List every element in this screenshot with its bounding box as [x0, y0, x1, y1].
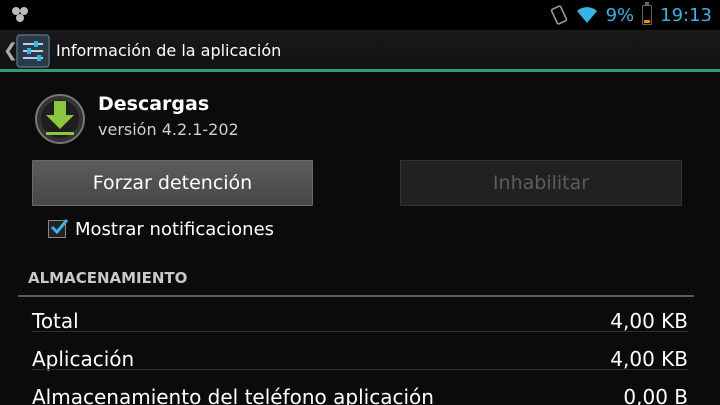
action-bar: ❮ Información de la aplicación: [0, 30, 720, 72]
show-notifications-toggle[interactable]: Mostrar notificaciones: [48, 216, 274, 242]
status-bar: 9% 19:13: [0, 0, 720, 30]
show-notifications-label: Mostrar notificaciones: [75, 218, 275, 240]
row-label: Aplicación: [32, 347, 135, 371]
wifi-icon: [576, 7, 597, 23]
storage-row-app: Aplicación 4,00 KB: [32, 340, 688, 378]
checkbox[interactable]: [48, 219, 68, 238]
row-value: 4,00 KB: [610, 309, 688, 333]
settings-sliders-icon[interactable]: [15, 33, 51, 69]
row-label: Almacenamiento del teléfono aplicación: [32, 385, 434, 405]
battery-percent: 9%: [605, 4, 635, 26]
clock: 19:13: [660, 4, 712, 26]
row-divider: [32, 331, 688, 332]
notification-app-icon: [12, 7, 28, 22]
vibrate-icon: [550, 5, 567, 25]
disable-button[interactable]: Inhabilitar: [400, 160, 682, 206]
storage-section-header: ALMACENAMIENTO: [18, 269, 694, 297]
checkmark-icon: [50, 219, 68, 235]
row-value: 4,00 KB: [610, 347, 688, 371]
row-label: Total: [32, 309, 79, 333]
app-version: versión 4.2.1-202: [98, 120, 239, 139]
page-title: Información de la aplicación: [56, 41, 282, 60]
force-stop-button[interactable]: Forzar detención: [32, 160, 313, 206]
row-value: 0,00 B: [623, 385, 688, 405]
storage-row-total: Total 4,00 KB: [32, 302, 688, 340]
app-name: Descargas: [98, 93, 210, 115]
download-arrow-icon: [35, 94, 85, 144]
battery-icon: [642, 2, 653, 25]
row-divider: [32, 369, 688, 370]
storage-row-phone-app: Almacenamiento del teléfono aplicación 0…: [32, 378, 688, 405]
